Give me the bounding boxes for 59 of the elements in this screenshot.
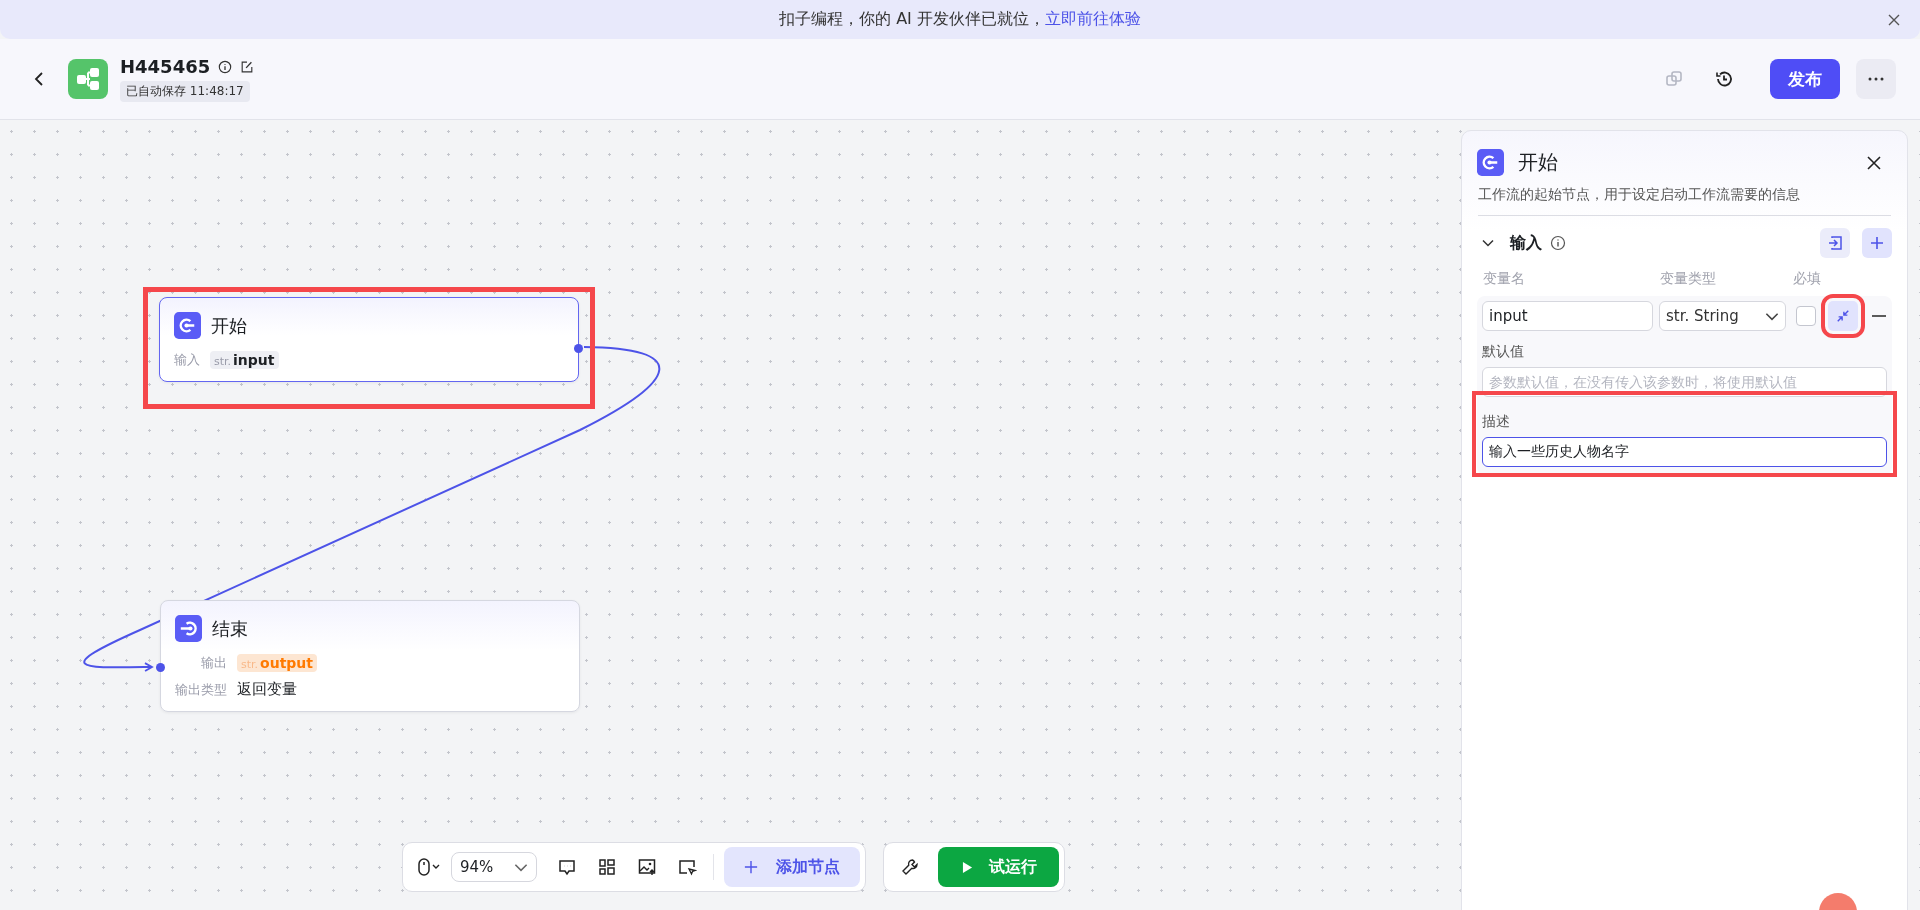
autosave-status: 已自动保存 11:48:17 (120, 81, 250, 102)
node-field-label: 输出 (201, 654, 227, 672)
node-end-icon (175, 615, 202, 642)
mouse-icon[interactable] (417, 857, 441, 877)
close-icon[interactable] (1888, 13, 1900, 26)
close-icon[interactable] (1867, 155, 1881, 170)
add-button[interactable] (1862, 228, 1892, 258)
plus-icon (1869, 235, 1885, 251)
chevron-icon (1765, 311, 1779, 321)
chevron-icon (514, 862, 528, 872)
zoom-select[interactable]: 94% (451, 852, 537, 882)
type-select[interactable]: str. String (1659, 301, 1786, 331)
workflow-logo-icon (68, 59, 108, 99)
node-title: 开始 (211, 313, 247, 338)
node-start-icon (174, 312, 201, 339)
publish-button[interactable]: 发布 (1770, 59, 1840, 99)
banner-text: 扣子编程，你的 AI 开发伙伴已就位，立即前往体验 (779, 9, 1141, 30)
output-port[interactable] (574, 344, 583, 353)
node-field-label: 输出类型 (175, 680, 227, 699)
history-icon[interactable] (1714, 69, 1734, 89)
node-title: 结束 (212, 616, 248, 641)
default-value-field[interactable]: 参数默认值，在没有传入该参数时，将使用默认值 (1482, 367, 1887, 397)
panel-description: 工作流的起始节点，用于设定启动工作流需要的信息 (1478, 186, 1891, 216)
image-upload-icon[interactable] (637, 857, 657, 877)
plus-icon (744, 860, 758, 874)
column-header: 必填 (1793, 270, 1821, 288)
minimap-icon[interactable] (677, 857, 697, 877)
node-field-label: 输入 (174, 351, 200, 369)
wrench-icon[interactable] (900, 857, 920, 877)
node-start-icon (1477, 149, 1504, 176)
comment-icon[interactable] (557, 857, 577, 877)
required-checkbox[interactable] (1796, 306, 1816, 326)
edit-icon[interactable] (240, 59, 255, 74)
more-icon (1868, 77, 1884, 81)
add-node-button[interactable]: 添加节点 (724, 847, 860, 887)
info-icon[interactable] (218, 59, 233, 74)
column-header: 变量名 (1483, 270, 1526, 288)
banner-link[interactable]: 立即前往体验 (1044, 9, 1141, 28)
chevron-icon[interactable] (1482, 239, 1494, 247)
layout-grid-icon[interactable] (597, 857, 617, 877)
panel-title: 开始 (1518, 149, 1558, 176)
variable-name-field[interactable]: input (1482, 301, 1653, 331)
collapse-icon (1836, 309, 1850, 323)
field-label: 默认值 (1482, 343, 1525, 361)
variable-tag: str.input (210, 351, 279, 369)
section-title: 输入 (1510, 232, 1542, 254)
assistant-avatar[interactable] (1818, 890, 1858, 910)
field-label: 描述 (1482, 413, 1511, 431)
workflow-title: H445465 (120, 56, 211, 77)
import-icon (1827, 235, 1843, 251)
node-field-value: 返回变量 (237, 680, 298, 699)
variable-tag: str.output (237, 654, 318, 672)
description-field[interactable]: 输入一些历史人物名字 (1482, 437, 1887, 467)
column-header: 变量类型 (1660, 270, 1717, 288)
info-icon[interactable] (1550, 235, 1566, 251)
play-icon (962, 860, 973, 874)
import-button[interactable] (1820, 228, 1850, 258)
input-port[interactable] (156, 663, 165, 672)
back-icon[interactable] (34, 71, 44, 87)
